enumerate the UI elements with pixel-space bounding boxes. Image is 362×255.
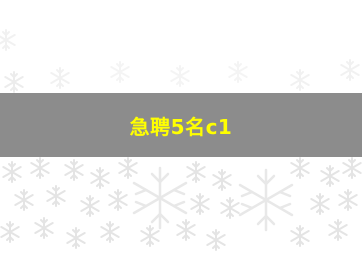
announcement-banner: 急聘5名c1 [0,93,362,157]
banner-title: 急聘5名c1 [129,114,233,139]
